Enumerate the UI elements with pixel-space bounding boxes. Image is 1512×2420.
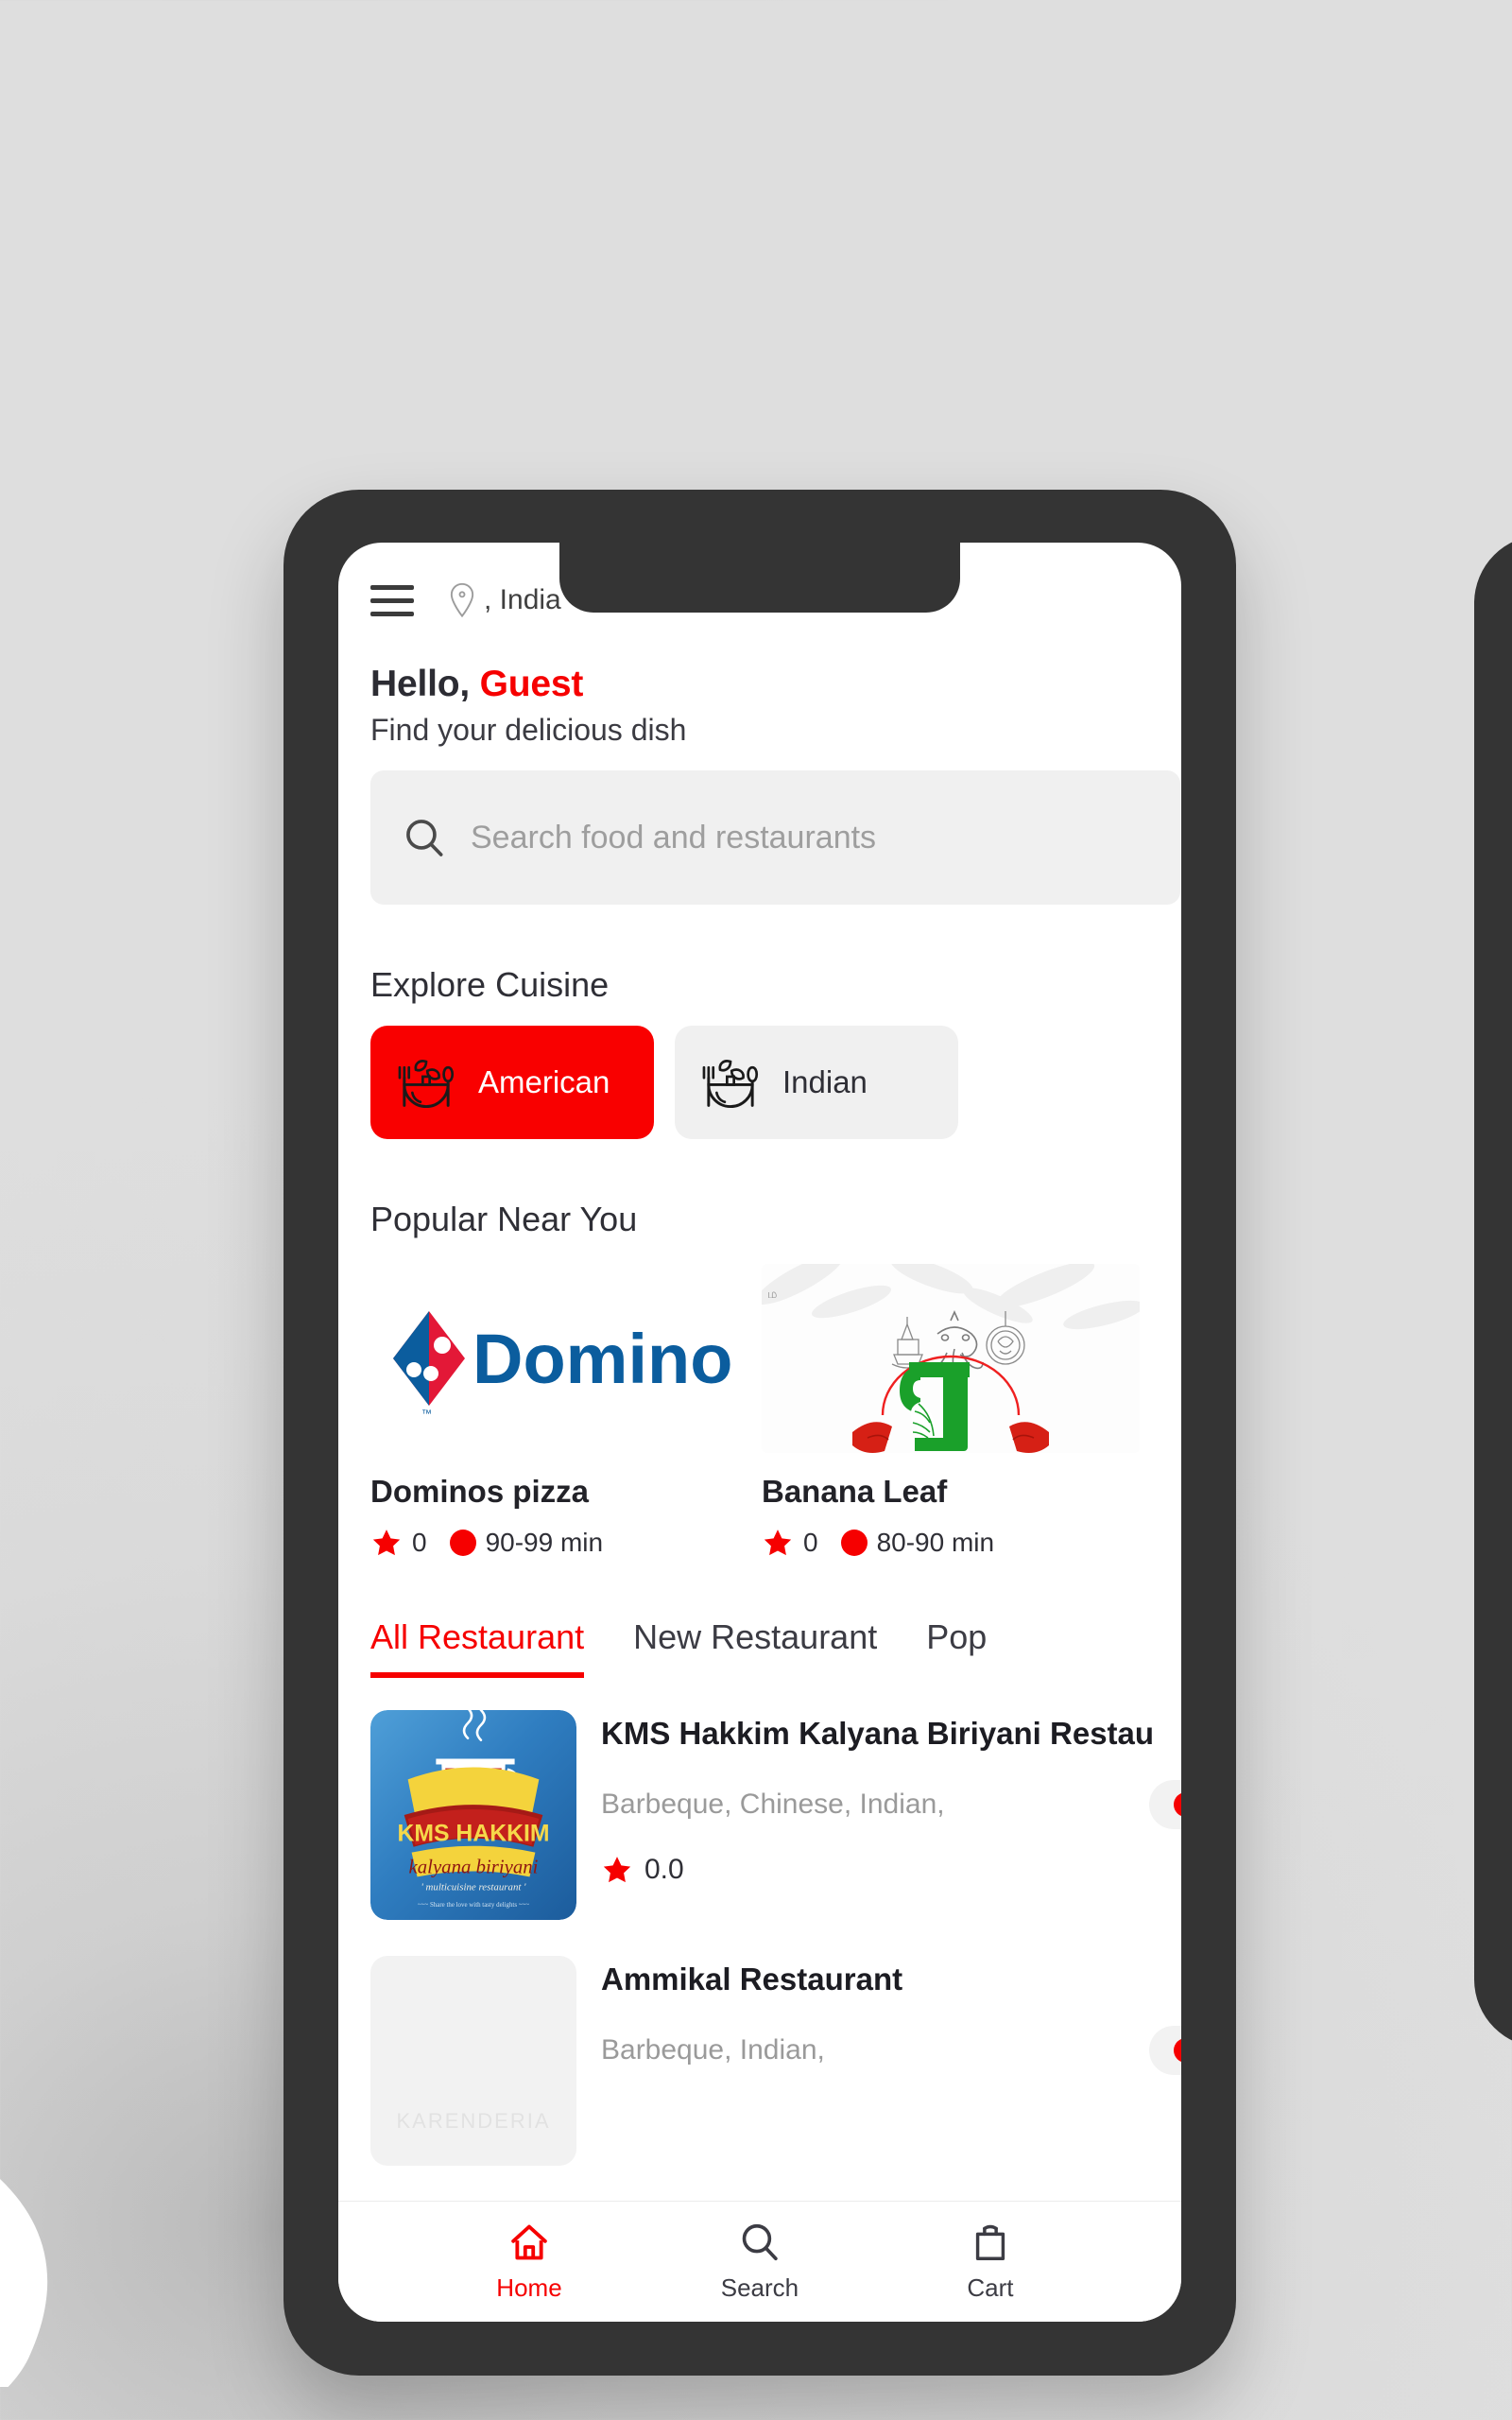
popular-card-meta: 0 90-99 min — [370, 1527, 748, 1559]
delivery-dot-icon — [840, 1530, 868, 1556]
greeting-block: Hello, Guest Find your delicious dish — [338, 631, 1181, 748]
popular-card-delivery-time: 90-99 min — [485, 1528, 604, 1557]
section-title-cuisine: Explore Cuisine — [370, 965, 610, 1004]
user-name: Guest — [479, 664, 584, 704]
cuisine-chip-row: American Indian — [338, 1005, 1181, 1139]
nav-item-cart[interactable]: Cart — [875, 2221, 1106, 2303]
popular-card-name: Dominos pizza — [370, 1474, 590, 1509]
popular-card-delivery-time: 80-90 min — [876, 1528, 995, 1557]
search-box[interactable] — [370, 770, 1180, 905]
restaurant-thumbnail: KARENDERIA — [370, 1956, 576, 2166]
tagline: Find your delicious dish — [370, 713, 687, 747]
phone-frame: , India Hello, Guest Find your delicious… — [284, 490, 1236, 2376]
svg-text:kalyana biriyani: kalyana biriyani — [409, 1856, 539, 1877]
delivery-dot-icon — [1173, 1792, 1181, 1817]
bowl-cutlery-icon — [398, 1060, 455, 1109]
restaurant-tabs: All Restaurant New Restaurant Pop — [338, 1617, 1181, 1678]
location-text[interactable]: , India — [484, 584, 561, 616]
placeholder-label: KARENDERIA — [396, 2109, 551, 2133]
nav-label-cart: Cart — [967, 2273, 1014, 2302]
delivery-time-badge: 90- — [1148, 1780, 1181, 1829]
restaurant-list: KMS HAKKIM kalyana biriyani ' multicuisi… — [338, 1710, 1181, 2166]
restaurant-info: Ammikal Restaurant Barbeque, Indian, 90- — [601, 1956, 1181, 2166]
delivery-dot-icon — [1173, 2038, 1181, 2063]
svg-text:ம: ம — [767, 1287, 777, 1301]
search-icon — [742, 2223, 778, 2261]
greeting-line: Hello, Guest — [370, 664, 1149, 705]
phone-screen: , India Hello, Guest Find your delicious… — [338, 543, 1181, 2322]
bottom-navigation: Home Search Cart — [338, 2201, 1181, 2322]
popular-card-meta: 0 80-90 min — [762, 1527, 1140, 1559]
popular-near-you-header: Popular Near You S — [338, 1200, 1181, 1239]
nav-item-home[interactable]: Home — [414, 2221, 644, 2303]
restaurant-rating-value: 0.0 — [644, 1854, 684, 1885]
restaurant-thumbnail: KMS HAKKIM kalyana biriyani ' multicuisi… — [370, 1710, 576, 1920]
search-section — [338, 748, 1181, 905]
svg-text:™: ™ — [421, 1409, 432, 1415]
restaurant-tags: Barbeque, Chinese, Indian, — [601, 1789, 945, 1820]
search-icon — [406, 820, 443, 856]
section-title-popular: Popular Near You — [370, 1200, 638, 1238]
kms-hakkim-logo: KMS HAKKIM kalyana biriyani ' multicuisi… — [370, 1710, 576, 1920]
restaurant-info: KMS Hakkim Kalyana Biriyani Restau Barbe… — [601, 1710, 1181, 1920]
phone-notch — [559, 543, 960, 613]
shopping-bag-icon — [975, 2224, 1005, 2260]
nav-label-search: Search — [720, 2273, 799, 2302]
banana-leaf-logo: ம — [762, 1264, 1140, 1453]
tab-popular-restaurant[interactable]: Pop — [926, 1617, 987, 1678]
star-icon — [372, 1530, 401, 1556]
hamburger-menu-icon[interactable] — [370, 584, 414, 616]
secondary-phone-frame — [1474, 535, 1512, 2048]
restaurant-tags-line: Barbeque, Chinese, Indian, 90- — [601, 1780, 1181, 1829]
hello-label: Hello, — [370, 664, 470, 704]
restaurant-bottom-line: 0.0 0.6 — [601, 1854, 1181, 1886]
search-input[interactable] — [471, 819, 1148, 856]
popular-card-row: ™ Domino Dominos pizza 0 90-99 min ம Ban… — [338, 1239, 1181, 1559]
cuisine-chip-indian[interactable]: Indian — [675, 1026, 958, 1139]
svg-text:' multicuisine restaurant ': ' multicuisine restaurant ' — [421, 1881, 526, 1893]
bowl-cutlery-icon — [702, 1060, 759, 1109]
table-row[interactable]: KARENDERIA Ammikal Restaurant Barbeque, … — [370, 1956, 1181, 2166]
restaurant-name: KMS Hakkim Kalyana Biriyani Restau — [601, 1716, 1155, 1751]
tab-all-restaurant[interactable]: All Restaurant — [370, 1617, 585, 1678]
cuisine-chip-american[interactable]: American — [370, 1026, 654, 1139]
popular-card-rating: 0 — [803, 1528, 818, 1557]
explore-cuisine-header: Explore Cuisine S — [338, 965, 1181, 1005]
popular-card-banana-leaf[interactable]: ம Banana Leaf 0 80-90 min — [762, 1264, 1140, 1559]
restaurant-tags-line: Barbeque, Indian, 90- — [601, 2026, 1181, 2075]
svg-text:KMS HAKKIM: KMS HAKKIM — [398, 1822, 550, 1847]
popular-card-name: Banana Leaf — [762, 1474, 948, 1509]
dominos-logo: ™ Domino — [393, 1311, 732, 1415]
delivery-time-badge: 90- — [1148, 2026, 1181, 2075]
svg-text:Domino: Domino — [472, 1320, 732, 1398]
tab-new-restaurant[interactable]: New Restaurant — [633, 1617, 877, 1678]
table-row[interactable]: KMS HAKKIM kalyana biriyani ' multicuisi… — [370, 1710, 1181, 1920]
restaurant-tags: Barbeque, Indian, — [601, 2034, 825, 2066]
star-icon — [764, 1530, 792, 1556]
popular-card-thumb: ™ Domino — [370, 1264, 748, 1453]
home-icon — [511, 2224, 547, 2260]
popular-card-thumb: ம — [762, 1264, 1140, 1453]
decorative-swoosh — [0, 2179, 47, 2387]
popular-card-dominos[interactable]: ™ Domino Dominos pizza 0 90-99 min — [370, 1264, 748, 1559]
delivery-dot-icon — [449, 1530, 476, 1556]
nav-label-home: Home — [496, 2273, 562, 2302]
nav-item-search[interactable]: Search — [644, 2221, 875, 2303]
cuisine-chip-label: American — [478, 1064, 610, 1099]
map-pin-icon — [450, 582, 474, 618]
restaurant-rating: 0.0 — [601, 1854, 684, 1886]
star-icon — [603, 1857, 631, 1883]
svg-text:~~~ Share the love with tasty: ~~~ Share the love with tasty delights ~… — [418, 1902, 529, 1909]
restaurant-name: Ammikal Restaurant — [601, 1962, 903, 1996]
cuisine-chip-label: Indian — [782, 1064, 868, 1099]
popular-card-rating: 0 — [412, 1528, 427, 1557]
